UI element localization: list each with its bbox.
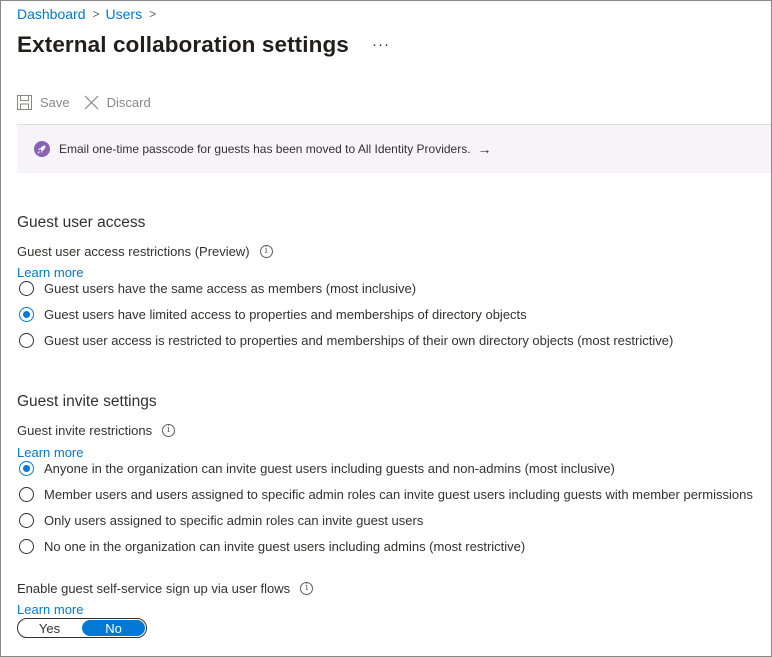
radio-button[interactable] [19, 461, 34, 476]
save-icon [17, 95, 32, 110]
option-label: Guest user access is restricted to prope… [44, 333, 674, 348]
option-label: No one in the organization can invite gu… [44, 539, 526, 554]
toggle-yes-option[interactable]: Yes [18, 619, 81, 637]
option-label: Only users assigned to specific admin ro… [44, 513, 424, 528]
radio-button[interactable] [19, 513, 34, 528]
info-banner[interactable]: Email one-time passcode for guests has b… [17, 125, 771, 173]
radio-button[interactable] [19, 539, 34, 554]
guest-access-section-title: Guest user access [17, 214, 146, 231]
guest-access-option-0[interactable]: Guest users have the same access as memb… [19, 281, 416, 296]
option-label: Member users and users assigned to speci… [44, 487, 753, 502]
chevron-right-icon: > [92, 7, 100, 21]
option-label: Guest users have limited access to prope… [44, 307, 527, 322]
chevron-right-icon: > [149, 7, 157, 21]
toggle-no-option[interactable]: No [82, 620, 145, 636]
guest-invite-option-3[interactable]: No one in the organization can invite gu… [19, 539, 525, 554]
guest-invite-restrictions-label: Guest invite restrictions i [17, 423, 176, 438]
breadcrumb-users[interactable]: Users [106, 6, 143, 22]
save-label: Save [40, 95, 70, 110]
option-label: Guest users have the same access as memb… [44, 281, 417, 296]
radio-button[interactable] [19, 487, 34, 502]
page-title: External collaboration settings [17, 32, 349, 57]
rocket-icon [34, 141, 50, 157]
self-service-text: Enable guest self-service sign up via us… [17, 581, 291, 596]
breadcrumb-dashboard[interactable]: Dashboard [17, 6, 86, 22]
option-label: Anyone in the organization can invite gu… [44, 461, 615, 476]
guest-invite-restrictions-text: Guest invite restrictions [17, 423, 153, 438]
save-button[interactable]: Save [17, 95, 70, 110]
guest-invite-option-1[interactable]: Member users and users assigned to speci… [19, 487, 753, 502]
guest-access-option-2[interactable]: Guest user access is restricted to prope… [19, 333, 673, 348]
info-icon[interactable]: i [259, 245, 273, 258]
more-options-button[interactable]: ··· [372, 36, 390, 53]
guest-access-restrictions-label: Guest user access restrictions (Preview)… [17, 244, 273, 259]
guest-invite-option-2[interactable]: Only users assigned to specific admin ro… [19, 513, 423, 528]
radio-button[interactable] [19, 307, 34, 322]
banner-text: Email one-time passcode for guests has b… [59, 142, 471, 156]
radio-button[interactable] [19, 281, 34, 296]
self-service-toggle[interactable]: Yes No [17, 618, 147, 638]
self-service-label: Enable guest self-service sign up via us… [17, 581, 314, 596]
arrow-right-icon: → [477, 141, 492, 157]
guest-access-restrictions-text: Guest user access restrictions (Preview) [17, 244, 250, 259]
guest-access-option-1[interactable]: Guest users have limited access to prope… [19, 307, 527, 322]
breadcrumb: Dashboard > Users > [17, 6, 162, 22]
learn-more-link[interactable]: Learn more [17, 445, 83, 460]
discard-label: Discard [106, 95, 151, 110]
command-bar: Save Discard [17, 95, 165, 110]
close-icon [84, 95, 99, 110]
radio-button[interactable] [19, 333, 34, 348]
info-icon[interactable]: i [162, 424, 176, 437]
discard-button[interactable]: Discard [84, 95, 151, 110]
guest-invite-section-title: Guest invite settings [17, 393, 157, 410]
guest-invite-option-0[interactable]: Anyone in the organization can invite gu… [19, 461, 615, 476]
info-icon[interactable]: i [300, 582, 314, 595]
learn-more-link[interactable]: Learn more [17, 265, 83, 280]
learn-more-link[interactable]: Learn more [17, 602, 83, 617]
